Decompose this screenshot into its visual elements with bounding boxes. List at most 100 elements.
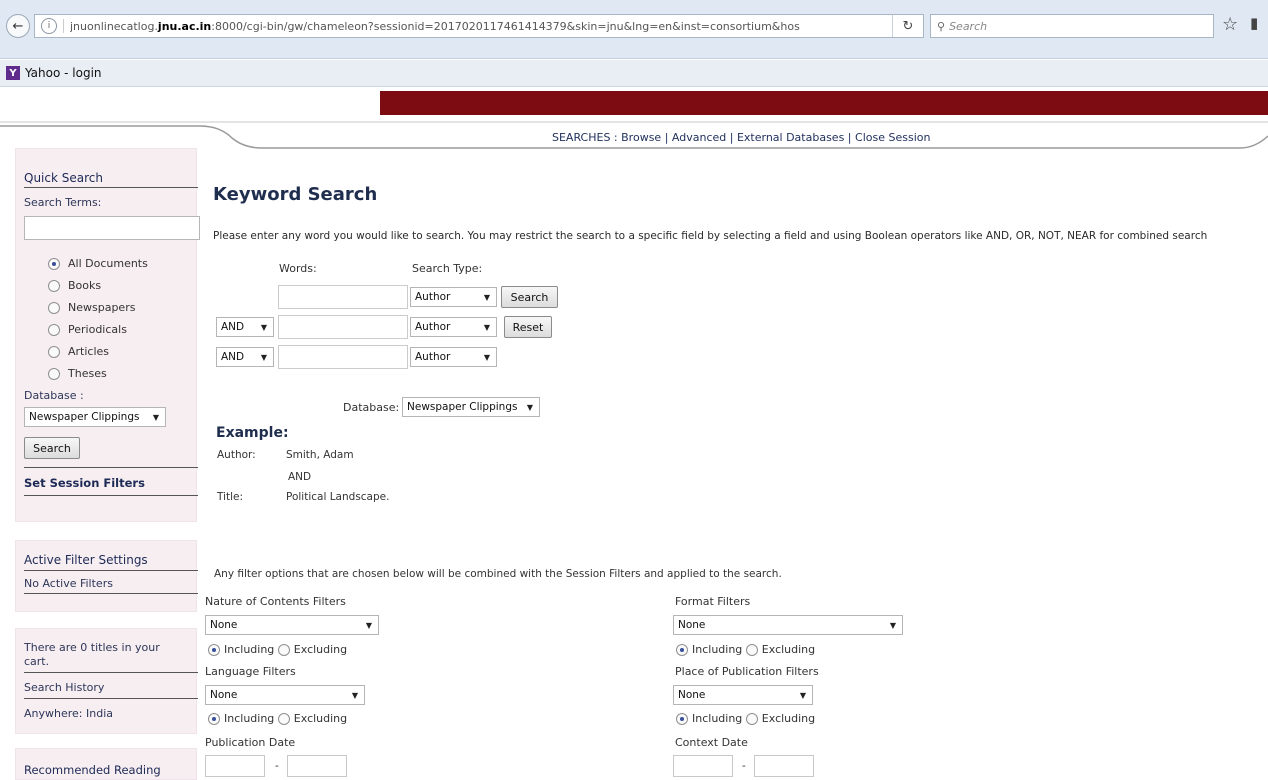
radio-icon[interactable] [48,279,60,292]
quick-search-input[interactable] [24,216,200,240]
radio-icon[interactable] [277,712,290,725]
bookmark-star-icon[interactable]: ☆ [1222,14,1238,35]
cart-text: There are 0 titles in your [24,641,160,654]
search-type-select-1[interactable]: Author ▼ [410,287,497,307]
radio-icon[interactable] [676,643,688,656]
active-filter-value: No Active Filters [24,577,113,590]
chevron-down-icon: ▼ [365,621,372,630]
info-icon[interactable]: i [41,18,57,34]
search-nav-links: SEARCHES : Browse | Advanced | External … [552,131,930,144]
radio-icon[interactable] [745,712,758,725]
keyword-input-1[interactable] [278,285,408,309]
example-and: AND [288,471,312,483]
boolean-operator-select-2[interactable]: AND ▼ [216,317,274,337]
library-icon[interactable]: ▮ [1250,14,1258,32]
recommended-panel: Recommended Reading [15,748,197,780]
anywhere-link[interactable]: Anywhere: India [24,707,113,720]
nav-link-browse[interactable]: Browse [621,131,661,144]
nature-of-contents-select[interactable]: None ▼ [205,615,379,635]
radio-icon[interactable] [676,712,688,725]
language-include-exclude: Including Excluding [208,712,347,725]
example-title-label: Title: [217,491,244,503]
set-session-filters-link[interactable]: Set Session Filters [24,476,145,490]
radio-icon[interactable] [745,643,758,656]
chevron-down-icon: ▼ [260,323,267,332]
yahoo-icon: Y [6,66,20,80]
browser-search-box[interactable]: ⚲ Search [930,14,1214,38]
publication-date-to[interactable] [287,755,347,777]
cart-text-line-2: cart. [24,655,50,668]
reload-icon[interactable]: ↻ [892,15,923,37]
bookmark-yahoo-login[interactable]: Yahoo - login [25,66,102,80]
divider [24,672,198,673]
radio-icon[interactable] [48,367,60,380]
divider [24,593,198,594]
radio-icon[interactable] [48,301,60,314]
search-type-label: Search Type: [412,262,483,275]
address-bar[interactable]: i jnuonlinecatlog.jnu.ac.in:8000/cgi-bin… [34,14,924,38]
nav-prefix: SEARCHES : [552,131,622,144]
radio-icon[interactable] [208,712,220,725]
words-label: Words: [279,262,317,275]
keyword-input-2[interactable] [278,315,408,339]
language-filters-label: Language Filters [205,665,296,678]
divider [24,495,198,496]
nav-link-advanced[interactable]: Advanced [672,131,726,144]
radio-icon[interactable] [208,643,220,656]
back-arrow-icon[interactable]: ← [6,14,30,38]
search-button[interactable]: Search [501,286,558,308]
nav-separator: | [844,131,856,144]
divider [24,570,198,571]
publication-date-from[interactable] [205,755,265,777]
place-of-publication-select[interactable]: None ▼ [673,685,813,705]
quick-search-panel: Quick Search Search Terms: All Documents… [15,148,200,522]
sidebar-database-select[interactable]: Newspaper Clippings ▼ [24,407,166,427]
example-heading: Example: [216,425,289,441]
search-history-link[interactable]: Search History [24,681,104,694]
chevron-down-icon: ▼ [152,413,159,422]
doc-type-all-documents[interactable]: All Documents [48,257,148,270]
search-type-select-2[interactable]: Author ▼ [410,317,497,337]
browser-toolbar: ← i jnuonlinecatlog.jnu.ac.in:8000/cgi-b… [0,0,1268,59]
nature-of-contents-label: Nature of Contents Filters [205,595,346,608]
nav-link-close-session[interactable]: Close Session [855,131,930,144]
url-text[interactable]: jnuonlinecatlog.jnu.ac.in:8000/cgi-bin/g… [70,20,892,33]
quick-search-title: Quick Search [24,171,103,185]
search-icon: ⚲ [937,19,946,33]
doc-type-newspapers[interactable]: Newspapers [48,301,135,314]
nav-separator: | [726,131,737,144]
language-select[interactable]: None ▼ [205,685,365,705]
doc-type-articles[interactable]: Articles [48,345,109,358]
context-date-to[interactable] [754,755,814,777]
radio-icon[interactable] [48,257,60,270]
format-filters-label: Format Filters [675,595,751,608]
boolean-operator-select-3[interactable]: AND ▼ [216,347,274,367]
example-author-label: Author: [217,449,256,461]
nav-link-external-databases[interactable]: External Databases [737,131,844,144]
url-divider [63,19,64,33]
reset-button[interactable]: Reset [504,316,552,338]
format-select[interactable]: None ▼ [673,615,903,635]
doc-type-books[interactable]: Books [48,279,101,292]
divider [24,467,198,468]
date-separator: - [275,760,279,772]
sidebar-search-button[interactable]: Search [24,437,80,459]
doc-type-periodicals[interactable]: Periodicals [48,323,127,336]
chevron-down-icon: ▼ [483,323,490,332]
chevron-down-icon: ▼ [483,293,490,302]
doc-type-theses[interactable]: Theses [48,367,107,380]
radio-icon[interactable] [48,345,60,358]
place-include-exclude: Including Excluding [676,712,815,725]
nav-separator: | [661,131,672,144]
cart-panel: There are 0 titles in your cart. Search … [15,628,198,734]
radio-icon[interactable] [48,323,60,336]
chevron-down-icon: ▼ [889,621,896,630]
context-date-from[interactable] [673,755,733,777]
search-instructions: Please enter any word you would like to … [213,230,1208,242]
divider [24,187,198,188]
keyword-input-3[interactable] [278,345,408,369]
search-type-select-3[interactable]: Author ▼ [410,347,497,367]
radio-icon[interactable] [277,643,290,656]
database-select[interactable]: Newspaper Clippings ▼ [402,397,540,417]
format-include-exclude: Including Excluding [676,643,815,656]
